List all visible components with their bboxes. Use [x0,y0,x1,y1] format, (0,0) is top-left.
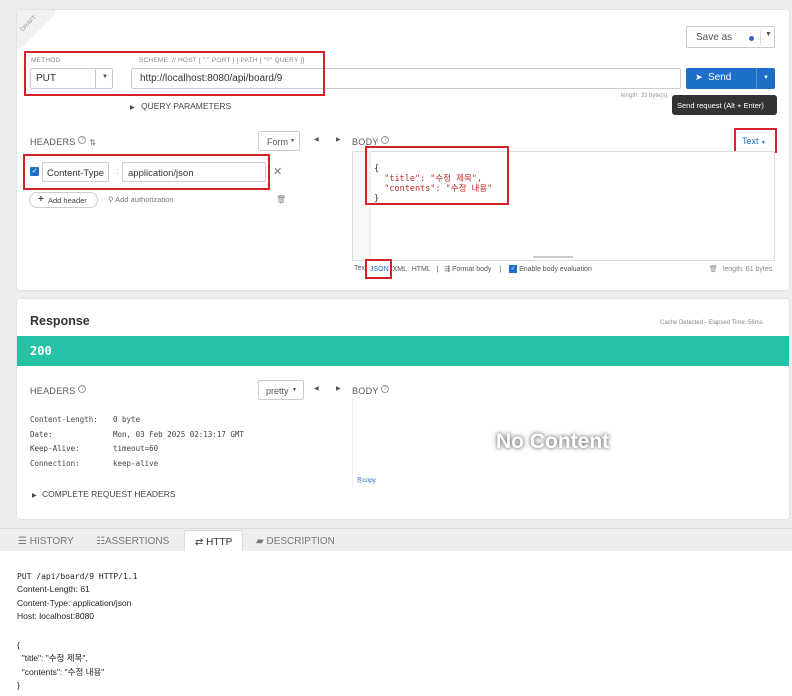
cache-info: Cache Detected - Elapsed Time: 56ms [660,320,763,326]
response-body-heading: BODY ? [352,385,390,396]
copy-link[interactable]: ⎘copy [357,477,376,485]
plus-icon: + [38,194,44,205]
key-icon: ⚲ [108,195,114,204]
draft-corner: DRAFT [17,10,55,48]
response-headers-heading: HEADERS ? [30,385,87,396]
response-header-row: Connection: keep-alive [30,458,159,468]
http-line [17,624,137,639]
tab-assertions[interactable]: ☷ASSERTIONS [86,530,179,551]
trash-icon[interactable]: 🗑 [709,266,718,273]
chevron-down-icon[interactable]: ▼ [760,31,772,45]
send-icon: ➤ [695,72,703,82]
add-header-button[interactable]: + Add header [29,192,98,208]
save-as-button[interactable]: Save as ▼ [686,26,775,48]
help-icon[interactable]: ? [381,136,390,144]
response-header-row: Date: Mon, 03 Feb 2025 02:13:17 GMT [30,429,244,439]
annotation-body-type [734,128,777,153]
headers-mode-select[interactable]: Form ▼ [258,131,300,151]
http-line: Host: localhost:8080 [17,611,95,621]
length-info: length: 33 byte(s) [621,93,668,99]
collapse-left-icon[interactable]: ◀ [314,136,319,143]
chevron-down-icon: ▼ [290,138,295,144]
sort-icon[interactable]: ⇅ [89,138,96,147]
trash-icon[interactable]: 🗑 [276,195,286,204]
list-icon: ☰ [18,536,27,547]
http-line: "title": "수정 제목", [17,653,88,663]
http-line: Content-Length: 61 [17,584,90,594]
annotation-method-url [24,51,325,96]
query-parameters-toggle[interactable]: ▶ QUERY PARAMETERS [130,101,231,111]
annotation-body [365,146,509,205]
response-headers-mode-select[interactable]: pretty ▼ [258,380,304,400]
format-html[interactable]: HTML [412,266,431,273]
remove-header-icon[interactable]: ✕ [273,165,282,178]
expand-right-icon[interactable]: ▶ [336,385,341,392]
help-icon[interactable]: ? [381,385,390,393]
status-code: 200 [30,344,52,358]
tab-history[interactable]: ☰ HISTORY [8,530,84,551]
format-body-icon: ⇶ [444,266,451,273]
status-bar: 200 [17,336,789,366]
assertions-icon: ☷ [96,536,105,547]
enable-eval-label: Enable body evaluation [519,266,592,273]
book-icon: ▰ [256,536,264,547]
status-dot-icon [749,36,754,41]
format-body-button[interactable]: Format body [452,266,491,273]
chevron-down-icon[interactable]: ▼ [756,68,775,89]
http-line: { [17,639,20,650]
response-header-row: Keep-Alive: timeout=60 [30,444,159,453]
headers-heading: HEADERS ? ⇅ [30,136,97,147]
http-line: Content-Type: application/json [17,597,132,608]
http-line: "contents": "수정 내용" [17,666,105,677]
editor-scrollbar[interactable] [533,256,573,258]
caret-right-icon: ▶ [32,493,37,499]
collapse-left-icon[interactable]: ◀ [314,385,319,392]
tab-description[interactable]: ▰ DESCRIPTION [246,530,345,551]
response-header-row: Content-Length: 0 byte [30,415,141,424]
complete-request-headers-toggle[interactable]: ▶ COMPLETE REQUEST HEADERS [32,489,176,499]
chevron-down-icon: ▼ [292,387,297,393]
tab-http[interactable]: ⇄ HTTP [184,530,244,552]
http-preview-text: PUT /api/board/9 HTTP/1.1 Content-Length:… [17,556,137,696]
http-line: } [17,680,20,690]
help-icon[interactable]: ? [78,385,87,393]
body-length: 🗑 length: 61 bytes [709,266,773,273]
send-tooltip: Send request (Alt + Enter) [672,95,777,115]
swap-icon: ⇄ [195,537,204,548]
expand-right-icon[interactable]: ▶ [336,136,341,143]
caret-right-icon: ▶ [130,105,135,111]
response-title: Response [30,314,90,328]
format-xml[interactable]: XML [393,266,407,273]
response-headers-list: Content-Length: 0 byte Date: Mon, 03 Feb 2… [30,413,244,471]
send-button[interactable]: ➤ Send ▼ [686,68,775,89]
enable-eval-checkbox[interactable]: ✓ [509,265,518,274]
help-icon[interactable]: ? [78,136,87,144]
no-content-label: No Content [496,430,610,453]
add-authorization-link[interactable]: ⚲ Add authorization [108,195,174,204]
http-line: PUT /api/board/9 HTTP/1.1 [17,571,138,581]
annotation-header [23,154,270,190]
annotation-json [365,259,392,279]
